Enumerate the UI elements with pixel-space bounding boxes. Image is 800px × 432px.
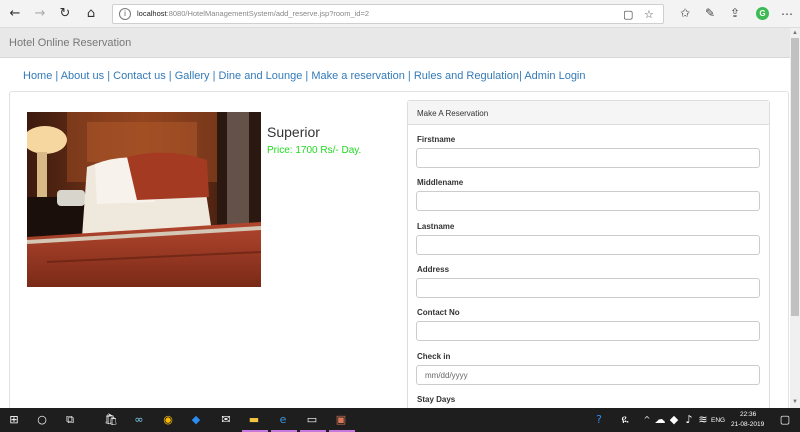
firstname-input[interactable] [416, 148, 760, 168]
store-icon[interactable]: 🛍 [103, 412, 119, 428]
nav-gallery[interactable]: Gallery [175, 70, 210, 82]
network-icon[interactable]: ≋ [695, 412, 711, 428]
nav-separator: | [55, 70, 59, 82]
dropbox-icon[interactable]: ◆ [188, 412, 204, 428]
url-host: localhost [137, 9, 167, 18]
clock-time[interactable]: 22:36 [740, 411, 756, 418]
forward-icon[interactable]: → [31, 5, 49, 23]
room-photo [27, 112, 261, 287]
file-explorer-icon[interactable]: ▬ [246, 412, 262, 428]
edge-icon[interactable]: e [275, 412, 291, 428]
nav-separator: | [519, 70, 522, 82]
site-header: Hotel Online Reservation [0, 28, 790, 58]
windows-taskbar: ⊞ ○ ⧉ 🛍 ∞ ◉ ◆ ✉ ▬ e ▭ ▣ ? ዪ ^ ☁ ◆ ♪ ≋ EN… [0, 408, 800, 432]
page-scrollbar[interactable]: ▲ ▼ [790, 28, 800, 408]
tray-dropbox-icon[interactable]: ◆ [666, 412, 682, 428]
clock-date[interactable]: 21-08-2019 [731, 421, 764, 428]
hotel-room-image [27, 112, 261, 287]
lastname-label: Lastname [417, 222, 455, 231]
nav-separator: | [168, 70, 172, 82]
scroll-thumb[interactable] [791, 38, 799, 316]
firstname-label: Firstname [417, 135, 456, 144]
reservation-form: Make A Reservation [407, 100, 770, 410]
pen-icon[interactable]: ✎ [705, 6, 715, 20]
terminal-icon[interactable]: ▭ [304, 412, 320, 428]
nav-separator: | [407, 70, 411, 82]
reading-view-icon[interactable]: ▢ [623, 8, 633, 21]
address-input[interactable] [416, 278, 760, 298]
nav-admin-login[interactable]: Admin Login [524, 70, 585, 82]
home-icon[interactable]: ⌂ [82, 5, 100, 23]
room-price: Price: 1700 Rs/- Day. [267, 145, 362, 156]
brand-title[interactable]: Hotel Online Reservation [9, 37, 131, 49]
nav-make-a-reservation[interactable]: Make a reservation [311, 70, 405, 82]
people-icon[interactable]: ዪ [617, 412, 633, 428]
notification-icon[interactable]: ▢ [777, 412, 793, 428]
nav-separator: | [305, 70, 309, 82]
mail-icon[interactable]: ✉ [218, 412, 234, 428]
middlename-input[interactable] [416, 191, 760, 211]
main-nav: Home | About us | Contact us | Gallery |… [23, 70, 586, 82]
check-in-date-input[interactable] [416, 365, 760, 385]
nav-rules-and-regulation[interactable]: Rules and Regulation [414, 70, 519, 82]
chrome-icon[interactable]: ◉ [160, 412, 176, 428]
nav-contact-us[interactable]: Contact us [113, 70, 166, 82]
more-icon[interactable]: … [781, 4, 793, 18]
search-icon[interactable]: ○ [34, 412, 50, 428]
back-icon[interactable]: ← [6, 5, 24, 23]
middlename-label: Middlename [417, 178, 464, 187]
stay-days-label: Stay Days [417, 395, 456, 404]
scroll-up-icon[interactable]: ▲ [791, 29, 799, 37]
contact-no-label: Contact No [417, 308, 460, 317]
room-name: Superior [267, 124, 320, 140]
windows-start-icon[interactable]: ⊞ [6, 412, 22, 428]
app-icon[interactable]: ▣ [333, 412, 349, 428]
browser-toolbar: ← → ↻ ⌂ i localhost:8080/HotelManagement… [0, 0, 800, 28]
info-icon[interactable]: i [119, 8, 131, 20]
check-in-label: Check in [417, 352, 451, 361]
nav-separator: | [212, 70, 216, 82]
nav-home[interactable]: Home [23, 70, 52, 82]
refresh-icon[interactable]: ↻ [56, 5, 74, 23]
favorites-icon[interactable]: ✩ [680, 6, 690, 20]
contact-no-input[interactable] [416, 321, 760, 341]
lastname-input[interactable] [416, 235, 760, 255]
language-indicator[interactable]: ENG [711, 417, 725, 424]
url-path: :8080/HotelManagementSystem/add_reserve.… [166, 9, 370, 18]
share-icon[interactable]: ⇪ [730, 6, 740, 20]
infinity-app-icon[interactable]: ∞ [131, 412, 147, 428]
nav-about-us[interactable]: About us [61, 70, 104, 82]
form-heading-text: Make A Reservation [417, 109, 489, 118]
scroll-down-icon[interactable]: ▼ [791, 398, 799, 406]
nav-dine-and-lounge[interactable]: Dine and Lounge [219, 70, 303, 82]
url-text[interactable]: localhost:8080/HotelManagementSystem/add… [137, 9, 369, 18]
help-icon[interactable]: ? [591, 412, 607, 428]
address-label: Address [417, 265, 450, 274]
form-heading: Make A Reservation [408, 101, 769, 125]
address-bar[interactable]: i localhost:8080/HotelManagementSystem/a… [112, 4, 664, 24]
task-view-icon[interactable]: ⧉ [62, 412, 78, 428]
favorite-star-icon[interactable]: ☆ [644, 8, 654, 21]
nav-separator: | [107, 70, 111, 82]
profile-icon[interactable]: G [756, 7, 769, 20]
